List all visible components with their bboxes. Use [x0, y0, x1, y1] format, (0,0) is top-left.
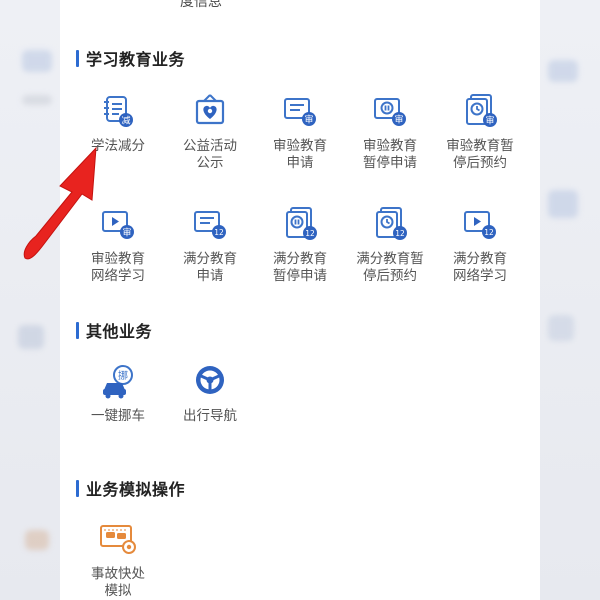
red-pointer-arrow-icon [23, 146, 97, 260]
